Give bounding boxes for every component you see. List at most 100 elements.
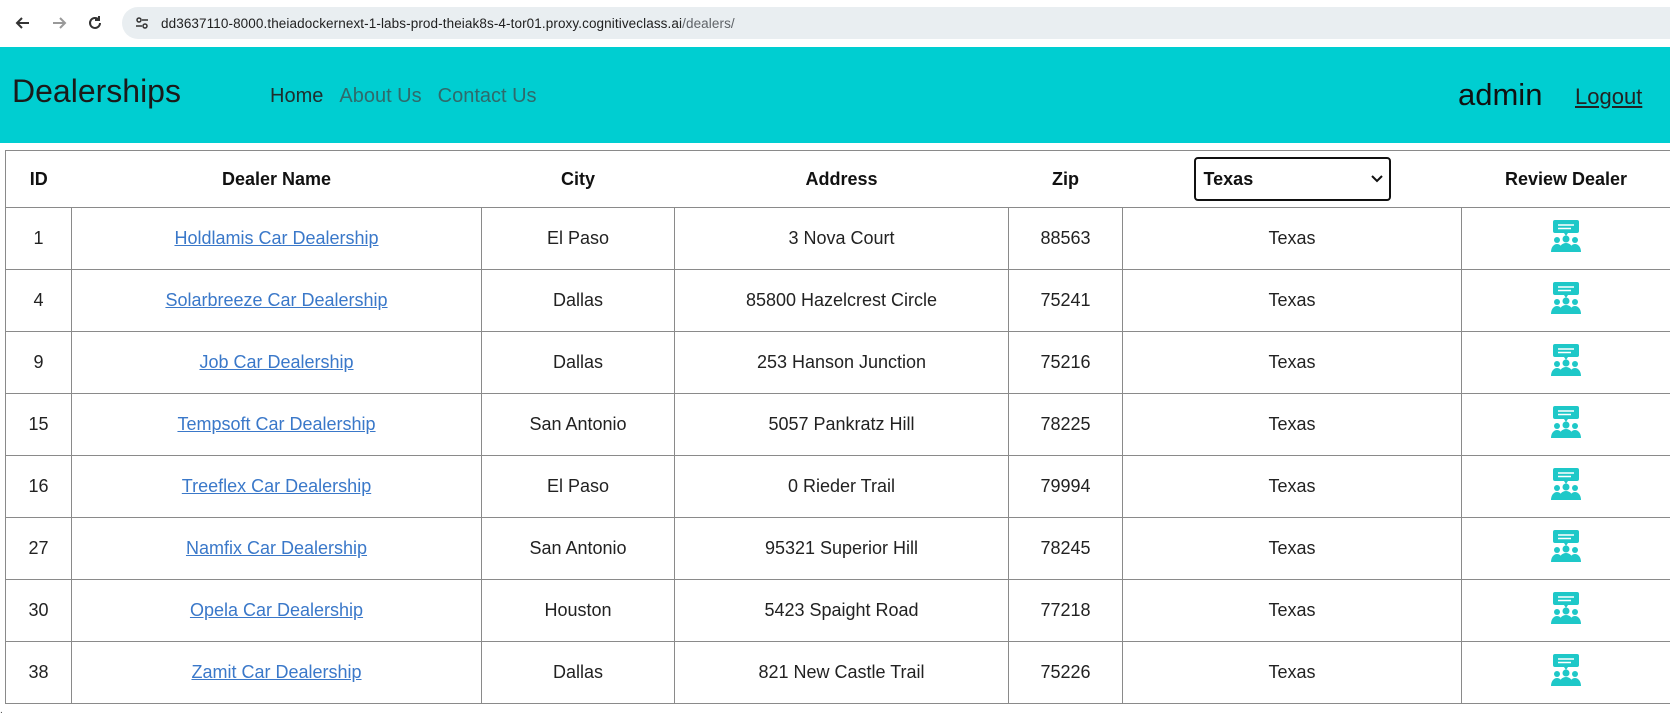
cell-address: 5057 Pankratz Hill	[674, 393, 1009, 456]
cell-city: San Antonio	[481, 517, 675, 580]
header-review-dealer: Review Dealer	[1461, 150, 1670, 208]
review-people-icon[interactable]	[1549, 405, 1583, 439]
browser-toolbar: dd3637110-8000.theiadockernext-1-labs-pr…	[0, 0, 1670, 46]
nav-link-about[interactable]: About Us	[339, 85, 421, 108]
reload-icon[interactable]	[84, 12, 106, 34]
cell-review	[1461, 207, 1670, 270]
dealers-table: ID Dealer Name City Address Zip Texas Re…	[5, 150, 1670, 704]
cell-dealer-name: Job Car Dealership	[71, 331, 482, 394]
url-host: dd3637110-8000.theiadockernext-1-labs-pr…	[161, 15, 683, 31]
dealer-name-link[interactable]: Namfix Car Dealership	[186, 538, 367, 558]
cell-zip: 75241	[1008, 269, 1123, 332]
table-row: 1 Holdlamis Car Dealership El Paso 3 Nova C…	[5, 207, 1670, 270]
table-row: 30 Opela Car Dealership Houston 5423 Spaigh…	[5, 579, 1670, 642]
cell-zip: 79994	[1008, 455, 1123, 518]
cell-city: Dallas	[481, 641, 675, 704]
table-row: 38 Zamit Car Dealership Dallas 821 New Cast…	[5, 641, 1670, 704]
cell-zip: 75226	[1008, 641, 1123, 704]
state-select[interactable]: Texas	[1193, 157, 1391, 201]
cell-address: 3 Nova Court	[674, 207, 1009, 270]
dealer-name-link[interactable]: Solarbreeze Car Dealership	[165, 290, 387, 310]
nav-links: Home About Us Contact Us	[270, 85, 553, 108]
cell-zip: 75216	[1008, 331, 1123, 394]
cell-dealer-name: Tempsoft Car Dealership	[71, 393, 482, 456]
cell-state: Texas	[1122, 269, 1462, 332]
cell-dealer-name: Treeflex Car Dealership	[71, 455, 482, 518]
dealer-name-link[interactable]: Holdlamis Car Dealership	[174, 228, 378, 248]
review-people-icon[interactable]	[1549, 467, 1583, 501]
review-people-icon[interactable]	[1549, 219, 1583, 253]
cell-address: 0 Rieder Trail	[674, 455, 1009, 518]
review-people-icon[interactable]	[1549, 281, 1583, 315]
cell-city: El Paso	[481, 207, 675, 270]
cell-address: 95321 Superior Hill	[674, 517, 1009, 580]
cell-address: 85800 Hazelcrest Circle	[674, 269, 1009, 332]
address-bar[interactable]: dd3637110-8000.theiadockernext-1-labs-pr…	[122, 7, 1670, 39]
dealer-name-link[interactable]: Opela Car Dealership	[190, 600, 363, 620]
dealers-table-wrapper: ID Dealer Name City Address Zip Texas Re…	[5, 150, 1670, 704]
cell-state: Texas	[1122, 579, 1462, 642]
app-navbar: Dealerships Home About Us Contact Us adm…	[0, 47, 1670, 143]
table-header-row: ID Dealer Name City Address Zip Texas Re…	[5, 150, 1670, 208]
state-select-value: Texas	[1203, 168, 1254, 189]
review-people-icon[interactable]	[1549, 653, 1583, 687]
cell-id: 27	[5, 517, 72, 580]
dealer-name-link[interactable]: Treeflex Car Dealership	[182, 476, 371, 496]
cell-review	[1461, 455, 1670, 518]
table-row: 9 Job Car Dealership Dallas 253 Hanson Junc…	[5, 331, 1670, 394]
logout-link[interactable]: Logout	[1575, 84, 1642, 110]
cell-review	[1461, 331, 1670, 394]
back-arrow-icon[interactable]	[12, 12, 34, 34]
cell-city: San Antonio	[481, 393, 675, 456]
header-city: City	[481, 150, 675, 208]
dealer-name-link[interactable]: Zamit Car Dealership	[191, 662, 361, 682]
header-address: Address	[674, 150, 1009, 208]
cell-id: 9	[5, 331, 72, 394]
chevron-down-icon	[1370, 172, 1383, 186]
cell-dealer-name: Solarbreeze Car Dealership	[71, 269, 482, 332]
cell-address: 253 Hanson Junction	[674, 331, 1009, 394]
cell-zip: 88563	[1008, 207, 1123, 270]
cell-id: 15	[5, 393, 72, 456]
review-people-icon[interactable]	[1549, 343, 1583, 377]
cell-review	[1461, 269, 1670, 332]
cell-review	[1461, 517, 1670, 580]
cell-dealer-name: Namfix Car Dealership	[71, 517, 482, 580]
forward-arrow-icon[interactable]	[48, 12, 70, 34]
cell-state: Texas	[1122, 517, 1462, 580]
cell-address: 5423 Spaight Road	[674, 579, 1009, 642]
cell-id: 16	[5, 455, 72, 518]
cell-id: 30	[5, 579, 72, 642]
nav-link-home[interactable]: Home	[270, 85, 323, 108]
table-row: 15 Tempsoft Car Dealership San Antonio 5057…	[5, 393, 1670, 456]
cell-state: Texas	[1122, 207, 1462, 270]
table-row: 4 Solarbreeze Car Dealership Dallas 85800 H…	[5, 269, 1670, 332]
dealer-name-link[interactable]: Job Car Dealership	[199, 352, 353, 372]
review-people-icon[interactable]	[1549, 591, 1583, 625]
table-row: 16 Treeflex Car Dealership El Paso 0 Rieder…	[5, 455, 1670, 518]
cell-zip: 78245	[1008, 517, 1123, 580]
cell-city: El Paso	[481, 455, 675, 518]
cell-state: Texas	[1122, 393, 1462, 456]
cell-city: Dallas	[481, 269, 675, 332]
url-text: dd3637110-8000.theiadockernext-1-labs-pr…	[161, 16, 735, 31]
site-info-icon[interactable]	[132, 13, 152, 33]
cell-state: Texas	[1122, 641, 1462, 704]
cell-state: Texas	[1122, 331, 1462, 394]
dealer-name-link[interactable]: Tempsoft Car Dealership	[177, 414, 375, 434]
header-zip: Zip	[1008, 150, 1123, 208]
table-row: 27 Namfix Car Dealership San Antonio 95321 …	[5, 517, 1670, 580]
header-dealer-name: Dealer Name	[71, 150, 482, 208]
review-people-icon[interactable]	[1549, 529, 1583, 563]
cell-dealer-name: Opela Car Dealership	[71, 579, 482, 642]
nav-link-contact[interactable]: Contact Us	[438, 85, 537, 108]
stray-dot: .	[0, 705, 3, 716]
cell-dealer-name: Zamit Car Dealership	[71, 641, 482, 704]
cell-review	[1461, 641, 1670, 704]
header-state-filter: Texas	[1122, 150, 1462, 208]
username: admin	[1458, 77, 1543, 112]
header-id: ID	[5, 150, 72, 208]
cell-zip: 78225	[1008, 393, 1123, 456]
cell-state: Texas	[1122, 455, 1462, 518]
table-body: 1 Holdlamis Car Dealership El Paso 3 Nova C…	[5, 207, 1670, 704]
